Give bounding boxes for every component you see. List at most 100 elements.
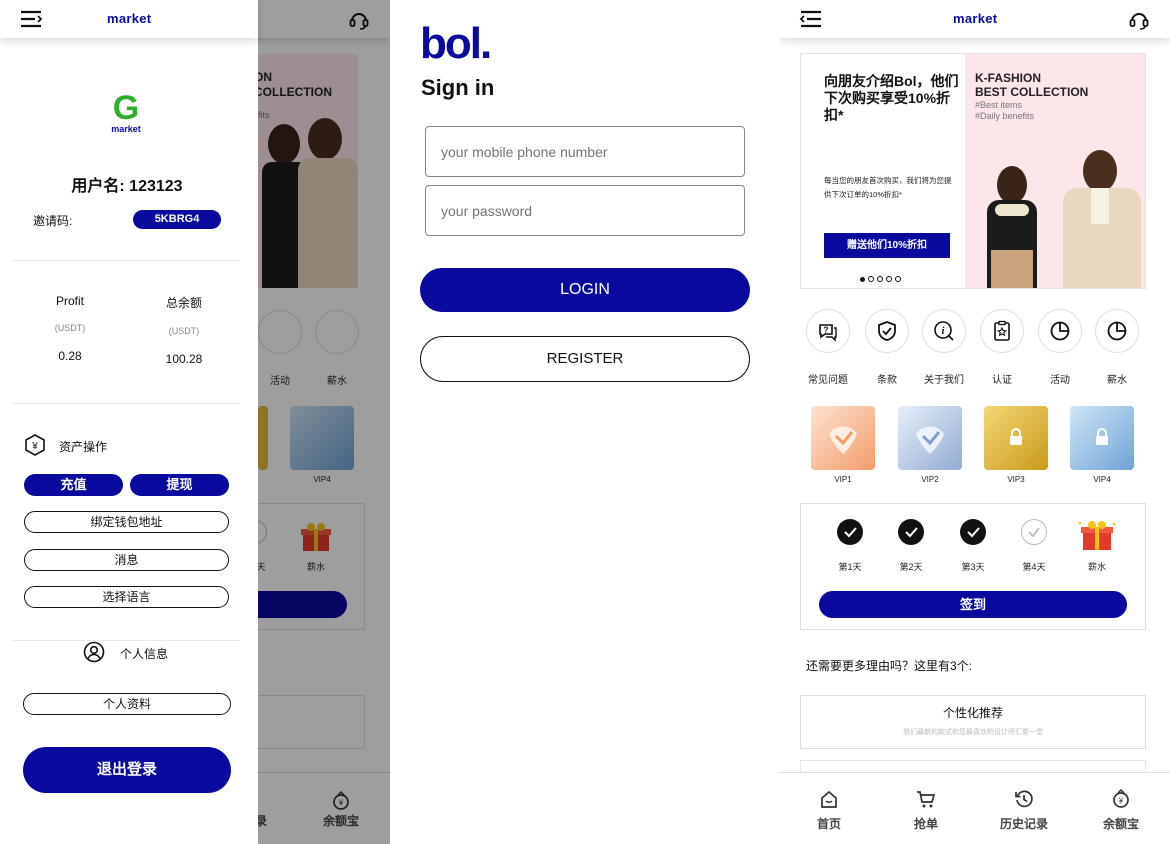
tab-balance-treasure[interactable]: ¥ 余额宝	[1086, 788, 1156, 832]
check-icon	[905, 527, 918, 538]
vip1-badge-icon	[829, 426, 857, 454]
faq-button[interactable]: ?	[806, 309, 850, 353]
history-icon	[1015, 790, 1033, 808]
cart-icon	[917, 791, 936, 808]
vip4-card[interactable]	[1070, 406, 1134, 470]
day-label: 第2天	[899, 562, 923, 572]
vip2-card[interactable]	[898, 406, 962, 470]
tab-label: 余额宝	[1102, 817, 1139, 831]
checkin-button[interactable]: 签到	[819, 591, 1127, 618]
menu-toggle-icon[interactable]	[799, 9, 823, 29]
divider	[12, 403, 240, 404]
banner-body: 每当您的朋友首次购买，我们将为您提供下次订单的10%折扣*	[824, 176, 952, 199]
brand-sub: market	[111, 124, 141, 134]
fashion-tags: #Best items #Daily benefits	[975, 100, 1035, 121]
about-button[interactable]: i	[922, 309, 966, 353]
shield-check-icon	[878, 321, 896, 341]
tab-history[interactable]: 历史记录	[989, 789, 1059, 832]
vip1-card[interactable]	[811, 406, 875, 470]
day-check	[837, 519, 863, 545]
home-screen: market 向朋友介绍Bol，他们下次购买享受10%折扣* 每当您的朋友首次购…	[780, 0, 1170, 844]
messages-button[interactable]: 消息	[24, 549, 229, 571]
vip-label: VIP4	[1093, 475, 1111, 484]
day-check	[960, 519, 986, 545]
app-logo: market	[953, 11, 998, 26]
brand-letter: G	[112, 89, 140, 127]
sign-in-title: Sign in	[421, 75, 495, 100]
reason-card[interactable]: 个性化推荐 我们最新的款式和您最喜欢的设计师汇聚一堂	[800, 695, 1146, 749]
check-icon	[1028, 527, 1040, 538]
yuan-wallet-icon: ¥	[25, 434, 45, 456]
home-icon	[821, 790, 837, 808]
pie-chart-icon	[1107, 321, 1127, 341]
svg-text:i: i	[942, 326, 945, 337]
pie-chart-icon	[1050, 321, 1070, 341]
salary-button[interactable]	[1095, 309, 1139, 353]
vip-label: VIP3	[1007, 475, 1025, 484]
password-input[interactable]	[425, 185, 745, 236]
divider	[12, 640, 240, 641]
lock-icon	[1096, 428, 1108, 445]
check-icon	[967, 527, 980, 538]
vip3-card[interactable]	[984, 406, 1048, 470]
vip2-badge-icon	[916, 426, 944, 454]
invite-label: 邀请码:	[33, 214, 73, 228]
info-icon: i	[934, 321, 954, 341]
divider	[12, 260, 240, 261]
promo-banner[interactable]: 向朋友介绍Bol，他们下次购买享受10%折扣* 每当您的朋友首次购买，我们将为您…	[800, 53, 1146, 289]
day-label: 第3天	[961, 562, 985, 572]
brand-logo: G market	[105, 89, 147, 134]
tab-home[interactable]: 首页	[794, 789, 864, 832]
activity-button[interactable]	[1038, 309, 1082, 353]
banner-cta-button[interactable]: 赠送他们10%折扣	[824, 233, 950, 258]
lock-icon	[1010, 428, 1022, 445]
side-drawer: market G market 用户名: 123123 邀请码: 5KBRG4 …	[0, 0, 258, 844]
app-logo: market	[107, 11, 152, 26]
menu-toggle-icon[interactable]	[19, 9, 43, 29]
stat-label: 总余额	[165, 296, 202, 310]
svg-text:?: ?	[824, 326, 829, 335]
vip-label: VIP1	[834, 475, 852, 484]
tab-label: 首页	[816, 817, 841, 831]
profile-button[interactable]: 个人资料	[23, 693, 231, 715]
banner-fashion-image: K-FASHION BEST COLLECTION #Best items #D…	[965, 54, 1145, 288]
drawer-overlay[interactable]	[258, 0, 390, 844]
phone-input[interactable]	[425, 126, 745, 177]
login-button[interactable]: LOGIN	[420, 268, 750, 312]
balance-stat: 总余额 (USDT) 100.28	[144, 294, 224, 366]
terms-button[interactable]	[865, 309, 909, 353]
reasons-title: 还需要更多理由吗？这里有3个:	[806, 659, 973, 673]
stat-unit: (USDT)	[168, 326, 200, 336]
day-label: 第4天	[1022, 562, 1046, 572]
stat-value: 0.28	[58, 349, 82, 363]
day-check	[1021, 519, 1047, 545]
reason-card-title: 个性化推荐	[942, 706, 1003, 720]
banner-headline: 向朋友介绍Bol，他们下次购买享受10%折扣*	[824, 73, 959, 123]
fashion-title: K-FASHION BEST COLLECTION	[975, 71, 1089, 99]
certification-button[interactable]	[980, 309, 1024, 353]
invite-code-badge[interactable]: 5KBRG4	[133, 210, 221, 229]
support-headset-icon[interactable]	[1128, 9, 1150, 31]
tab-grab-order[interactable]: 抢单	[891, 789, 961, 832]
profit-stat: Profit (USDT) 0.28	[30, 294, 110, 363]
personal-info-title: 个人信息	[120, 647, 169, 661]
login-screen: bol. Sign in LOGIN REGISTER	[390, 0, 780, 844]
day-label: 第1天	[838, 562, 862, 572]
drawer-screen: ON COLLECTION fits 活动 薪水 VIP4 天 薪水 录 ¥ 余…	[0, 0, 390, 844]
gift-icon	[1078, 521, 1116, 550]
banner-dots[interactable]	[860, 269, 901, 287]
reward-label: 薪水	[1087, 562, 1106, 572]
deposit-button[interactable]: 充值	[24, 474, 123, 496]
top-bar: market	[780, 0, 1170, 38]
bind-wallet-button[interactable]: 绑定钱包地址	[24, 511, 229, 533]
logout-button[interactable]: 退出登录	[23, 747, 231, 793]
tab-label: 历史记录	[999, 817, 1048, 831]
piggy-bank-icon: ¥	[1113, 788, 1129, 808]
username: 用户名: 123123	[71, 178, 183, 195]
vip-label: VIP2	[921, 475, 939, 484]
language-button[interactable]: 选择语言	[24, 586, 229, 608]
icon-label: 薪水	[1107, 375, 1127, 386]
certificate-icon	[994, 320, 1010, 341]
register-button[interactable]: REGISTER	[420, 336, 750, 382]
withdraw-button[interactable]: 提现	[130, 474, 229, 496]
